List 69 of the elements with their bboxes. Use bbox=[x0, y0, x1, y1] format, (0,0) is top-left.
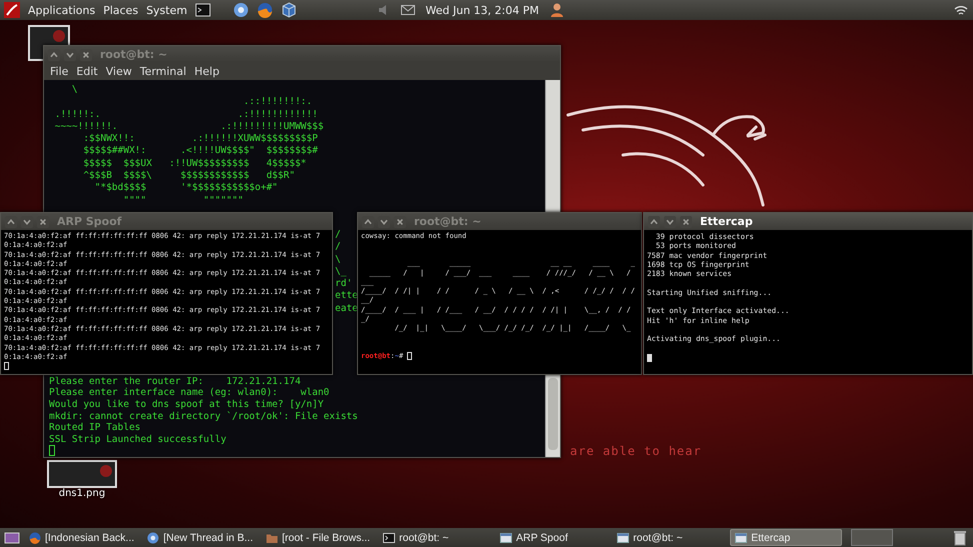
taskbar-button[interactable]: [Indonesian Back... bbox=[25, 529, 138, 546]
taskbar-button[interactable]: ARP Spoof bbox=[496, 529, 608, 546]
terminal-line: \ bbox=[335, 254, 341, 265]
file-label[interactable]: dns1.png bbox=[47, 488, 117, 499]
window-icon bbox=[617, 532, 630, 544]
cube-icon[interactable] bbox=[281, 2, 298, 18]
image-thumbnail[interactable] bbox=[47, 460, 117, 488]
menu-item[interactable]: Help bbox=[190, 65, 224, 78]
menu-item[interactable]: Edit bbox=[72, 65, 102, 78]
terminal-line: \_ bbox=[335, 266, 346, 277]
folder-icon bbox=[266, 532, 278, 544]
terminal-icon bbox=[383, 532, 396, 544]
taskbar-button[interactable]: [New Thread in B... bbox=[143, 529, 257, 546]
taskbar-button[interactable]: root@bt: ~ bbox=[613, 529, 726, 546]
app-menu-icon[interactable] bbox=[4, 2, 20, 18]
ascii-art-line: .::!!!!!!!:. bbox=[242, 96, 314, 109]
panel-menu[interactable]: Places bbox=[99, 4, 142, 16]
menu-item[interactable]: File bbox=[46, 65, 72, 78]
menu-item[interactable]: Terminal bbox=[136, 65, 190, 78]
window-title: root@bt: ~ bbox=[100, 48, 168, 61]
terminal-line: SSL Strip Launched successfully bbox=[49, 434, 228, 446]
terminal-cursor bbox=[407, 352, 412, 360]
envelope-icon[interactable] bbox=[400, 2, 416, 18]
ascii-art-line: """" """"""" bbox=[122, 194, 244, 207]
browser-icon[interactable] bbox=[257, 2, 274, 18]
show-desktop-icon[interactable] bbox=[4, 530, 20, 546]
terminal-line: Routed IP Tables bbox=[49, 422, 142, 434]
menu-item[interactable]: View bbox=[102, 65, 136, 78]
panel-menu[interactable]: Applications bbox=[24, 4, 100, 16]
panel-menu[interactable]: System bbox=[142, 4, 192, 16]
ascii-art-line: ~~~~!!!!!!. .:!!!!!!!!!UMWW$$$ bbox=[54, 120, 325, 134]
terminal-line: mkdir: cannot create directory `/root/ok': File exists bbox=[49, 410, 359, 422]
ascii-art-line: "*$bd$$$$ '*$$$$$$$$$$$o+#" bbox=[94, 182, 279, 195]
terminal-cursor bbox=[49, 445, 55, 456]
window-icon bbox=[500, 532, 512, 544]
browser-icon bbox=[29, 532, 41, 544]
window-title: ARP Spoof bbox=[57, 215, 122, 228]
ascii-art-line: :$$NWX!!: .:!!!!!!XUWW$$$$$$$$$P bbox=[82, 133, 319, 146]
window-icon bbox=[735, 532, 748, 544]
terminal-line: Please enter interface name (eg: wlan0): wlan0 bbox=[49, 387, 330, 399]
terminal-line: eate bbox=[335, 302, 358, 314]
ascii-art-line: $$$$$ $$$UX :!!UW$$$$$$$$$ 4$$$$$* bbox=[82, 158, 308, 170]
taskbar-button[interactable]: Ettercap bbox=[730, 529, 842, 546]
terminal-line: rd' bbox=[335, 278, 352, 290]
terminal-line: Please enter the router IP: 172.21.21.174 bbox=[49, 376, 302, 388]
workspace-switcher[interactable] bbox=[851, 529, 894, 546]
window-title: Ettercap bbox=[700, 215, 753, 228]
taskbar-button[interactable]: [root - File Brows... bbox=[262, 529, 374, 546]
terminal-line: Would you like to dns spoof at this time? [y/n]Y bbox=[49, 398, 325, 411]
taskbar-button[interactable]: root@bt: ~ bbox=[379, 529, 492, 546]
globe-icon bbox=[147, 532, 160, 544]
close-icon[interactable] bbox=[680, 216, 692, 228]
globe-icon[interactable] bbox=[233, 2, 250, 18]
ascii-art-line: ^$$$B $$$$\ $$$$$$$$$$$$ d$$R" bbox=[82, 170, 296, 182]
window-title: root@bt: ~ bbox=[414, 215, 482, 228]
terminal-icon[interactable] bbox=[195, 2, 212, 18]
ascii-art-line: $$$$$##WX!: .<!!!!UW$$$$" $$$$$$$$# bbox=[82, 145, 319, 158]
terminal-cursor bbox=[4, 362, 9, 370]
wallpaper-text: are able to hear bbox=[570, 444, 702, 458]
scrollbar-thumb[interactable] bbox=[548, 378, 558, 450]
clock[interactable]: Wed Jun 13, 2:04 PM bbox=[426, 4, 539, 16]
ascii-art-line: .!!!!!:. .:!!!!!!!!!!!! bbox=[54, 108, 319, 121]
terminal-cursor bbox=[647, 354, 652, 362]
terminal-line: ette bbox=[335, 290, 358, 302]
user-icon[interactable] bbox=[549, 2, 565, 18]
terminal-line: / bbox=[335, 228, 341, 240]
ascii-art-line: \ bbox=[70, 84, 79, 96]
trash-icon[interactable] bbox=[953, 530, 967, 546]
terminal-line: / bbox=[335, 241, 341, 252]
